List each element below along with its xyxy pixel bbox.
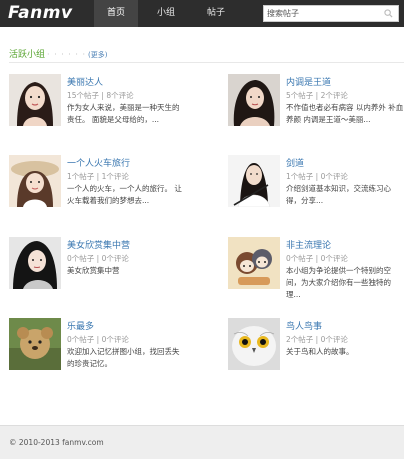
top-navbar: Fanmv 首页 小组 帖子 — [0, 0, 404, 27]
group-description: 介绍剑道基本知识，交流练习心得，分享... — [286, 184, 391, 205]
group-item: 一个人火车旅行 1个帖子 | 1个评论 一个人的火车，一个人的旅行。 让火车载着… — [9, 155, 185, 211]
group-item: 非主流理论 0个帖子 | 0个评论 本小组为争论提供一个特别的空间，为大家介绍你… — [228, 237, 404, 299]
nav-home[interactable]: 首页 — [94, 0, 138, 27]
group-description: 欢迎加入记忆拼图小组，找回丢失的珍贵记忆。 — [67, 347, 180, 368]
section-divider-dots: · · · · · · — [47, 50, 86, 59]
group-name-link[interactable]: 剑道 — [286, 156, 304, 169]
group-avatar[interactable] — [228, 237, 280, 289]
group-stats: 15个帖子 | 8个评论 — [67, 91, 134, 100]
group-avatar[interactable] — [228, 155, 280, 207]
site-logo[interactable]: Fanmv — [8, 3, 73, 23]
group-stats: 0个帖子 | 0个评论 — [286, 254, 348, 263]
search-box — [263, 5, 399, 22]
section-title: 活跃小组 — [9, 50, 46, 60]
group-name-link[interactable]: 非主流理论 — [286, 238, 331, 251]
group-item: 鸟人鸟事 2个帖子 | 0个评论 关于鸟和人的故事。 — [228, 318, 404, 374]
group-stats: 5个帖子 | 2个评论 — [286, 91, 348, 100]
group-item: 内调是王道 5个帖子 | 2个评论 不作值也者必有病容 以内养外 补血养颜 内调… — [228, 74, 404, 130]
group-avatar[interactable] — [9, 318, 61, 370]
group-item: 美丽达人 15个帖子 | 8个评论 作为女人来说，美丽是一种天生的责任。 面貌是… — [9, 74, 185, 130]
group-avatar[interactable] — [228, 74, 280, 126]
group-name-link[interactable]: 美女欣赏集中营 — [67, 238, 130, 251]
group-description: 作为女人来说，美丽是一种天生的责任。 面貌是父母给的，... — [67, 103, 180, 124]
section-header: 活跃小组 · · · · · · (更多) — [9, 47, 404, 60]
group-description: 一个人的火车，一个人的旅行。 让火车载着我们的梦想去... — [67, 184, 182, 205]
group-item: 乐最多 0个帖子 | 0个评论 欢迎加入记忆拼图小组，找回丢失的珍贵记忆。 — [9, 318, 185, 374]
copyright-text: © 2010-2013 fanmv.com — [9, 438, 104, 447]
group-avatar[interactable] — [9, 74, 61, 126]
group-description: 关于鸟和人的故事。 — [286, 347, 354, 356]
group-description: 本小组为争论提供一个特别的空间，为大家介绍你有一些独特的理... — [286, 266, 391, 299]
group-name-link[interactable]: 一个人火车旅行 — [67, 156, 130, 169]
group-item: 美女欣赏集中营 0个帖子 | 0个评论 美女欣赏集中营 — [9, 237, 185, 293]
group-stats: 0个帖子 | 0个评论 — [67, 254, 129, 263]
group-avatar[interactable] — [9, 237, 61, 289]
section-divider — [9, 62, 404, 63]
group-name-link[interactable]: 乐最多 — [67, 319, 94, 332]
nav-groups[interactable]: 小组 — [144, 0, 188, 27]
group-stats: 1个帖子 | 0个评论 — [286, 172, 348, 181]
more-groups-link[interactable]: (更多) — [88, 51, 107, 59]
group-name-link[interactable]: 鸟人鸟事 — [286, 319, 322, 332]
search-input[interactable] — [267, 7, 379, 20]
nav-posts[interactable]: 帖子 — [194, 0, 238, 27]
group-stats: 2个帖子 | 0个评论 — [286, 335, 348, 344]
group-item: 剑道 1个帖子 | 0个评论 介绍剑道基本知识，交流练习心得，分享... — [228, 155, 404, 211]
group-stats: 0个帖子 | 0个评论 — [67, 335, 129, 344]
group-name-link[interactable]: 内调是王道 — [286, 75, 331, 88]
group-avatar[interactable] — [9, 155, 61, 207]
group-avatar[interactable] — [228, 318, 280, 370]
group-description: 不作值也者必有病容 以内养外 补血养颜 内调是王道～美丽... — [286, 103, 404, 124]
group-stats: 1个帖子 | 1个评论 — [67, 172, 129, 181]
group-description: 美女欣赏集中营 — [67, 266, 120, 275]
search-icon[interactable] — [384, 9, 393, 18]
page-footer: © 2010-2013 fanmv.com — [0, 425, 404, 459]
group-name-link[interactable]: 美丽达人 — [67, 75, 103, 88]
